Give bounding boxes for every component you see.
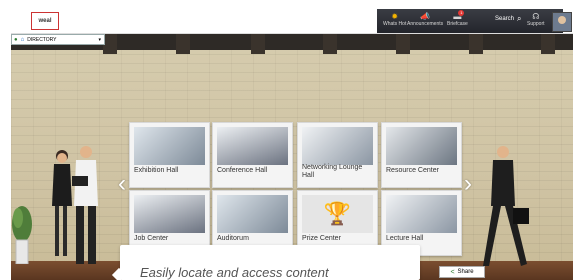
tile-label: Prize Center [302,235,341,242]
directory-label: DIRECTORY [27,36,57,43]
share-icon: < [450,268,455,276]
event-logo[interactable]: weal [31,12,59,30]
ceiling-beam [469,34,483,54]
lobby-scene: ● ⌂ DIRECTORY ▾ ‹ › Exhibition Hall Conf… [11,34,573,280]
tile-label: Conference Hall [217,167,268,174]
share-button[interactable]: < Share [439,266,485,278]
trophy-icon: 🏆 [302,195,373,233]
briefcase-badge: 1 [458,10,465,16]
megaphone-icon: 📣 [420,11,431,21]
search-button[interactable]: Search ⌕ [495,14,522,24]
whats-hot-button[interactable]: ✹ Whats Hot [383,11,406,31]
search-icon: ⌕ [517,14,522,23]
caption-text: Easily locate and access content [140,265,329,280]
tile-image [386,127,457,165]
share-label: Share [457,269,474,275]
briefcase-button[interactable]: ▬ 1 Briefcase [447,10,468,31]
ceiling-beam [323,34,337,54]
ceiling-beam [251,34,265,54]
ceiling-beam [396,34,410,54]
tile-image [217,195,288,233]
tile-image [134,127,205,165]
tile-image [386,195,457,233]
ceiling-beam [176,34,190,54]
tile-networking-lounge-hall[interactable]: Networking Lounge Hall [297,122,378,188]
sun-icon: ✹ [391,11,399,21]
home-icon: ⌂ [20,36,25,43]
search-label: Search [495,16,515,22]
tile-image [302,127,373,165]
tile-resource-center[interactable]: Resource Center [381,122,462,188]
businessman-right-image [483,146,529,266]
ceiling-beam [103,34,117,54]
tile-label: Job Center [134,235,169,242]
user-avatar[interactable] [552,12,572,32]
tile-label: Resource Center [386,167,439,174]
tile-label: Networking Lounge Hall [302,164,363,179]
tile-conference-hall[interactable]: Conference Hall [212,122,293,188]
business-people-left-image [52,146,98,264]
briefcase-icon: ▬ 1 [453,10,465,21]
whats-hot-label: Whats Hot [383,21,407,27]
globe-icon: ● [14,36,18,43]
next-arrow-button[interactable]: › [463,164,473,204]
announcements-label: Announcements [407,21,444,27]
tile-exhibition-hall[interactable]: Exhibition Hall [129,122,210,188]
tile-label: Auditorum [217,235,249,242]
ceiling-beam [541,34,555,54]
top-header: weal ✹ Whats Hot 📣 Announcements ▬ 1 Brie… [11,9,573,34]
chevron-down-icon: ▾ [98,36,101,43]
headset-icon: ☊ [532,11,540,21]
announcements-button[interactable]: 📣 Announcements [407,11,443,31]
briefcase-label: Briefcase [447,21,468,27]
tile-image [134,195,205,233]
support-label: Support [527,21,545,27]
directory-dropdown[interactable]: ● ⌂ DIRECTORY ▾ [11,34,105,45]
previous-arrow-button[interactable]: ‹ [117,164,127,204]
tile-label: Lecture Hall [386,235,424,242]
tile-label: Exhibition Hall [134,167,179,174]
plant-image [12,206,32,264]
page-frame: weal ✹ Whats Hot 📣 Announcements ▬ 1 Brie… [0,0,573,280]
feature-caption: Easily locate and access content [120,245,420,280]
support-button[interactable]: ☊ Support [527,11,545,31]
tile-image [217,127,288,165]
